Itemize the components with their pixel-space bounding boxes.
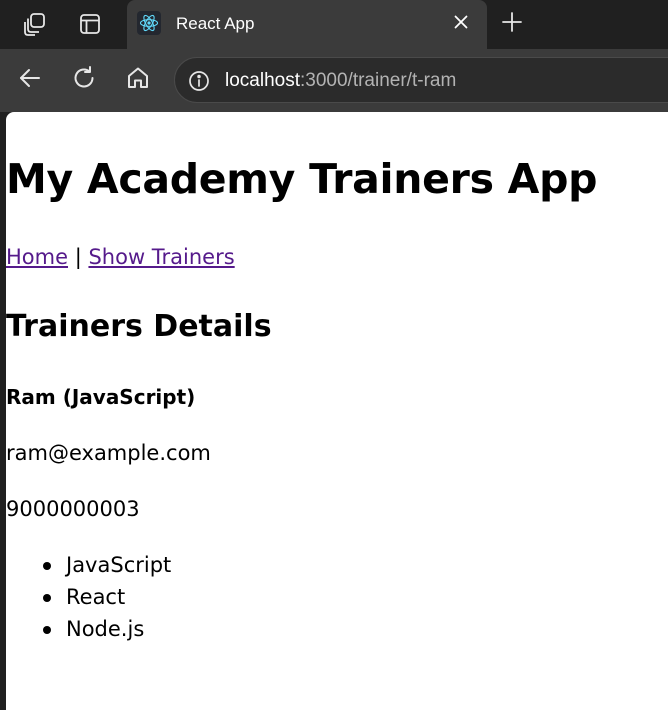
workspaces-button[interactable] <box>17 8 53 40</box>
browser-toolbar: localhost:3000/trainer/t-ram <box>0 49 668 112</box>
home-link[interactable]: Home <box>6 245 68 269</box>
react-logo-icon <box>137 11 161 35</box>
workspaces-icon <box>22 11 48 37</box>
skill-item: JavaScript <box>6 552 171 584</box>
reload-button[interactable] <box>67 63 101 97</box>
section-title: Trainers Details <box>6 309 272 344</box>
show-trainers-link[interactable]: Show Trainers <box>88 245 234 269</box>
tab-strip: React App <box>0 0 668 49</box>
close-tab-button[interactable] <box>449 12 473 36</box>
reload-icon <box>71 65 97 95</box>
skill-item: React <box>6 584 171 616</box>
back-button[interactable] <box>13 63 47 97</box>
plus-icon <box>501 11 523 37</box>
back-arrow-icon <box>17 65 43 95</box>
tab-actions-button[interactable] <box>72 8 108 40</box>
page-title: My Academy Trainers App <box>6 155 598 203</box>
info-icon[interactable] <box>187 69 211 93</box>
trainer-phone: 9000000003 <box>6 497 140 521</box>
nav-separator: | <box>68 245 89 269</box>
page-viewport: My Academy Trainers App Home | Show Trai… <box>6 112 668 710</box>
url-path: :3000/trainer/t-ram <box>300 70 457 91</box>
url-host: localhost <box>225 70 300 91</box>
tab-actions-icon <box>78 12 102 36</box>
page-nav: Home | Show Trainers <box>6 243 235 271</box>
trainer-email: ram@example.com <box>6 441 211 465</box>
skills-list: JavaScript React Node.js <box>6 552 171 648</box>
home-icon <box>125 65 151 95</box>
close-icon <box>453 14 469 34</box>
skill-item: Node.js <box>6 616 171 648</box>
new-tab-button[interactable] <box>496 8 528 40</box>
tab-title: React App <box>176 14 255 33</box>
address-bar[interactable]: localhost:3000/trainer/t-ram <box>174 57 668 103</box>
trainer-name: Ram (JavaScript) <box>6 385 196 409</box>
tab-react-app[interactable]: React App <box>127 0 487 49</box>
url-text[interactable]: localhost:3000/trainer/t-ram <box>225 69 456 93</box>
home-button[interactable] <box>121 63 155 97</box>
